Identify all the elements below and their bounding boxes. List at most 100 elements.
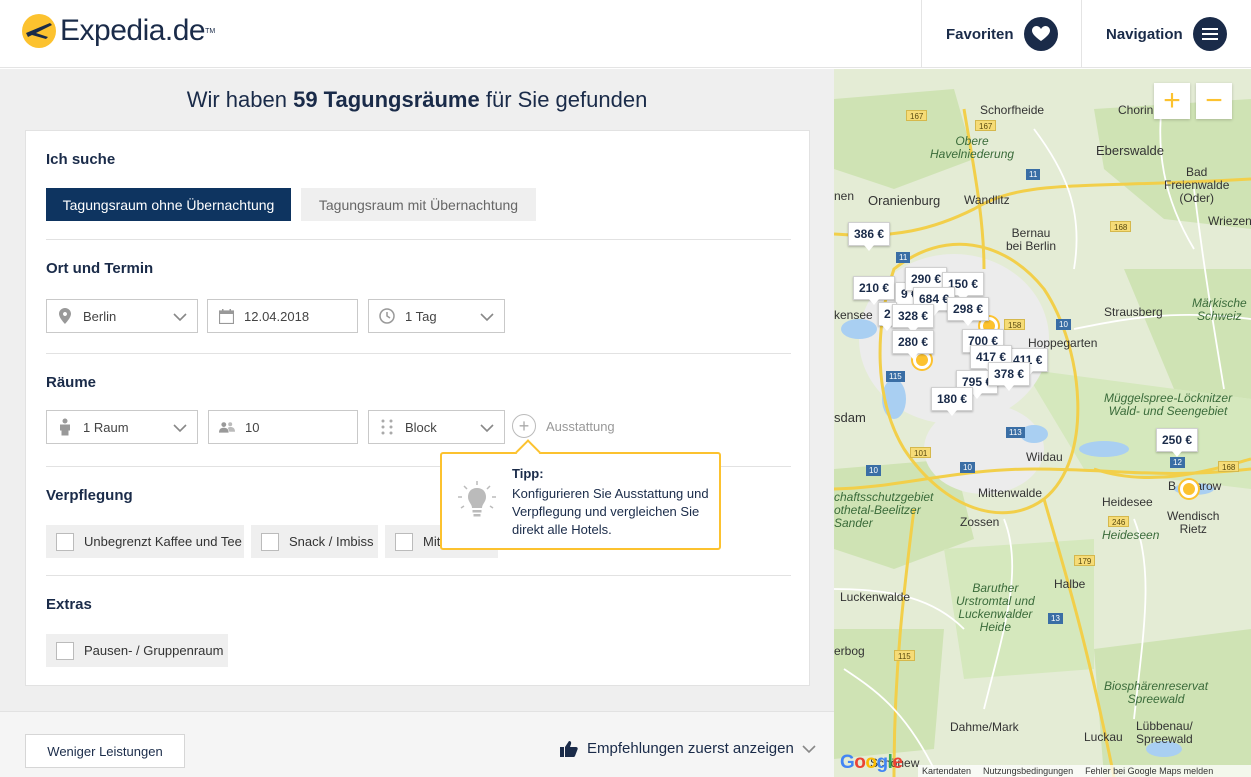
navigation-label: Navigation <box>1106 25 1183 43</box>
map-label: erbog <box>834 644 865 658</box>
favorites-label: Favoriten <box>946 25 1014 43</box>
road-shield: 101 <box>910 447 932 458</box>
price-marker[interactable]: 250 € <box>1156 428 1199 457</box>
hotel-pin[interactable] <box>1180 480 1198 498</box>
room-icon <box>57 418 73 436</box>
duration-value: 1 Tag <box>405 308 437 324</box>
map-label: Müggelspree-Löcknitzer Wald- und Seengeb… <box>1104 391 1233 418</box>
road-shield: 168 <box>1218 461 1240 472</box>
road-shield: 115 <box>886 371 905 382</box>
extras-option-break-room[interactable]: Pausen- / Gruppenraum <box>46 634 228 667</box>
chevron-down-icon <box>802 744 816 754</box>
catering-section-label: Verpflegung <box>46 487 133 504</box>
price-marker[interactable]: 280 € <box>892 330 935 359</box>
map-label: Zossen <box>960 515 1000 529</box>
heart-icon <box>1023 17 1058 51</box>
price-marker[interactable]: 298 € <box>947 297 990 326</box>
price-marker[interactable]: 328 € <box>892 304 935 333</box>
seating-value: Block <box>405 419 437 435</box>
map-label: Wendisch Rietz <box>1167 509 1220 536</box>
map-label: Mittenwalde <box>978 486 1043 500</box>
map-label: Schorfheide <box>980 103 1045 117</box>
road-shield: 246 <box>1108 516 1130 527</box>
plus-circle-icon: + <box>512 414 536 438</box>
catering-option-label: Unbegrenzt Kaffee und Tee <box>84 534 242 549</box>
results-heading: Wir haben 59 Tagungsräume für Sie gefund… <box>186 87 648 112</box>
map-label: Wriezen <box>1208 214 1251 228</box>
expedia-logo[interactable]: Expedia.de TM <box>22 14 215 48</box>
map-label: Dahme/Mark <box>950 720 1019 734</box>
room-count-select[interactable]: 1 Raum <box>46 410 198 444</box>
catering-option-snack[interactable]: Snack / Imbiss <box>251 525 378 558</box>
logo-text: Expedia.de <box>60 14 206 47</box>
road-shield: 11 <box>896 252 911 263</box>
checkbox[interactable] <box>261 532 279 551</box>
tab-with-overnight[interactable]: Tagungsraum mit Übernachtung <box>301 188 536 221</box>
price-marker[interactable]: 378 € <box>988 362 1031 391</box>
chevron-down-icon <box>173 421 187 436</box>
report-error-link[interactable]: Fehler bei Google Maps melden <box>1085 766 1213 776</box>
zoom-in-button[interactable]: + <box>1154 83 1190 119</box>
location-section-label: Ort und Termin <box>46 260 154 277</box>
extras-option-label: Pausen- / Gruppenraum <box>84 643 224 658</box>
road-shield: 168 <box>1110 221 1132 232</box>
results-map[interactable]: + − Schorfheide Chorin Obere Havelnieder… <box>834 69 1251 777</box>
road-shield: 158 <box>1004 319 1026 330</box>
map-label: Oranienburg <box>868 193 941 208</box>
tip-arrow <box>515 439 541 465</box>
map-label: Wandlitz <box>964 193 1010 207</box>
catering-option-label: Mit <box>423 534 441 549</box>
sort-label: Empfehlungen zuerst anzeigen <box>587 740 794 757</box>
room-count-value: 1 Raum <box>83 419 129 435</box>
tab-without-overnight[interactable]: Tagungsraum ohne Übernachtung <box>46 188 291 221</box>
less-services-button[interactable]: Weniger Leistungen <box>25 734 185 768</box>
seating-block-icon <box>379 419 395 435</box>
duration-select[interactable]: 1 Tag <box>368 299 505 333</box>
map-label: Biosphärenreservat Spreewald <box>1104 679 1209 706</box>
divider <box>46 239 791 240</box>
road-shield: 167 <box>975 120 997 131</box>
google-logo: Google <box>840 752 903 773</box>
search-panel: Wir haben 59 Tagungsräume für Sie gefund… <box>0 69 834 777</box>
map-label: Obere Havelniederung <box>930 134 1015 161</box>
navigation-button[interactable]: Navigation <box>1081 0 1251 68</box>
tip-title: Tipp: <box>512 466 544 481</box>
map-label: Halbe <box>1054 577 1086 591</box>
road-shield: 11 <box>1026 169 1041 180</box>
rooms-section-label: Räume <box>46 374 97 391</box>
map-label: Wildau <box>1026 450 1063 464</box>
map-label: chaftsschutzgebiet othetal-Beelitzer San… <box>834 490 934 530</box>
add-equipment-button[interactable]: + Ausstattung <box>512 414 615 438</box>
divider <box>46 353 791 354</box>
catering-option-label: Snack / Imbiss <box>289 534 374 549</box>
price-marker[interactable]: 386 € <box>848 222 891 251</box>
equipment-label: Ausstattung <box>546 418 615 434</box>
price-marker[interactable]: 180 € <box>931 387 974 416</box>
tip-popover: Tipp: Konfigurieren Sie Ausstattung und … <box>440 439 721 550</box>
calendar-icon <box>218 308 234 324</box>
persons-value: 10 <box>245 419 260 435</box>
map-data-link[interactable]: Kartendaten <box>922 766 971 776</box>
road-shield: 10 <box>1056 319 1071 330</box>
seating-select[interactable]: Block <box>368 410 505 444</box>
price-marker[interactable]: 210 € <box>853 276 896 305</box>
map-label: Lübbenau/ Spreewald <box>1136 719 1193 746</box>
location-pin-icon <box>57 308 73 324</box>
sort-dropdown[interactable]: Empfehlungen zuerst anzeigen <box>560 740 816 757</box>
catering-option-coffee[interactable]: Unbegrenzt Kaffee und Tee <box>46 525 244 558</box>
terms-link[interactable]: Nutzungsbedingungen <box>983 766 1073 776</box>
zoom-out-button[interactable]: − <box>1196 83 1232 119</box>
checkbox[interactable] <box>56 532 74 551</box>
checkbox[interactable] <box>56 641 74 660</box>
chevron-down-icon <box>480 310 494 325</box>
road-shield: 167 <box>906 110 928 121</box>
favorites-button[interactable]: Favoriten <box>921 0 1082 68</box>
date-field[interactable]: 12.04.2018 <box>207 299 358 333</box>
road-shield: 10 <box>960 462 975 473</box>
city-select[interactable]: Berlin <box>46 299 198 333</box>
map-label: Baruther Urstromtal und Luckenwalder Hei… <box>956 581 1035 634</box>
map-label: kensee <box>834 308 873 322</box>
persons-field[interactable]: 10 <box>208 410 358 444</box>
hamburger-menu-icon <box>1192 17 1227 51</box>
checkbox[interactable] <box>395 532 413 551</box>
